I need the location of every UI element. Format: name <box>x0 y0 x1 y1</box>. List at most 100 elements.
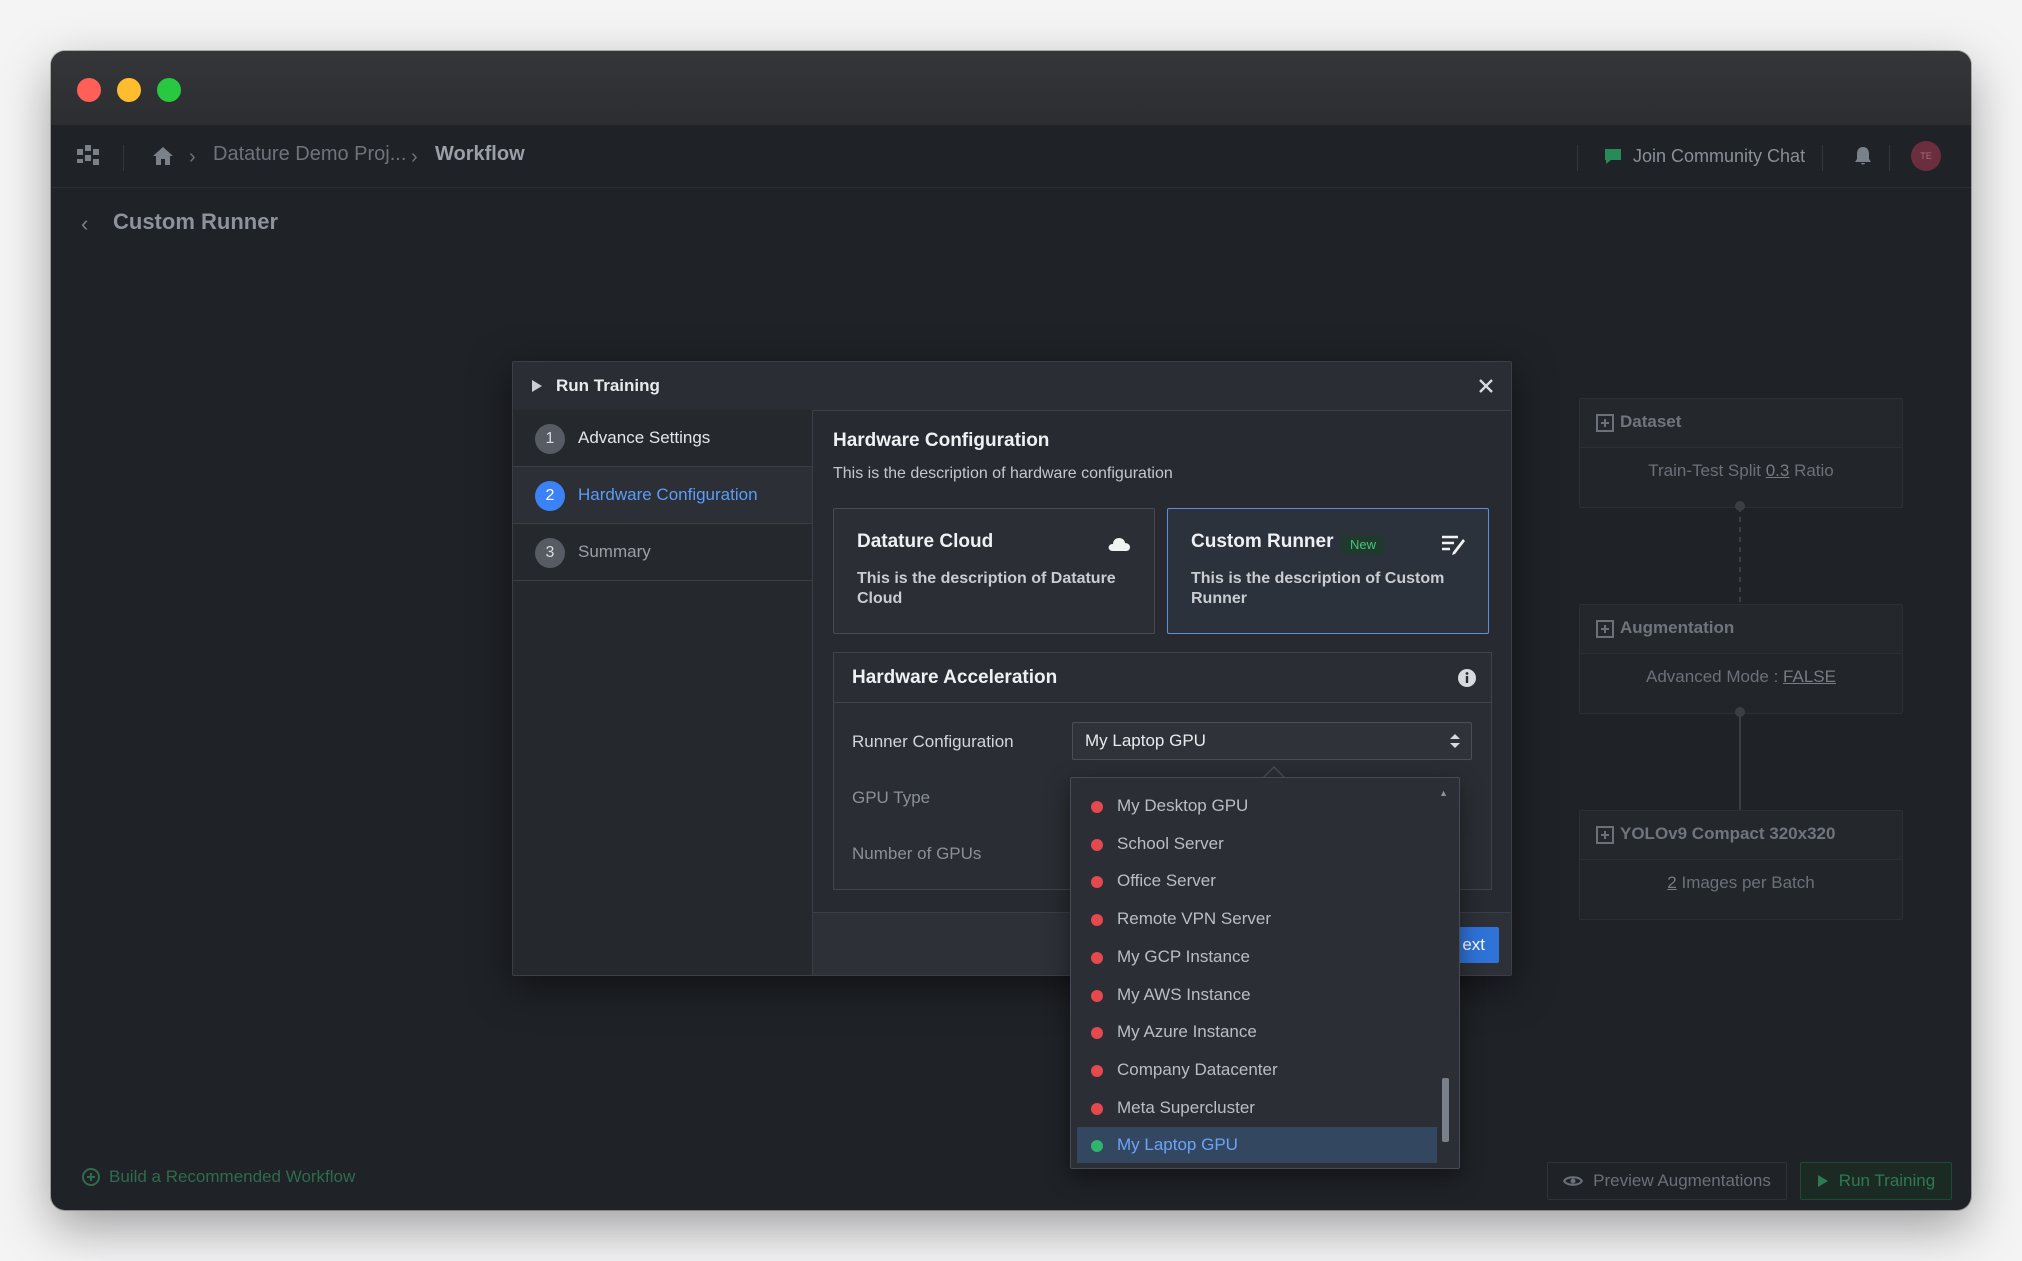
datature-cloud-card[interactable]: Datature Cloud This is the description o… <box>833 508 1155 634</box>
user-avatar[interactable]: TE <box>1911 141 1941 171</box>
acceleration-header: Hardware Acceleration <box>834 653 1491 703</box>
runner-configuration-label: Runner Configuration <box>852 732 1014 751</box>
option-label: School Server <box>1117 833 1224 853</box>
close-window-button[interactable] <box>77 78 101 102</box>
node-expand-icon <box>1596 414 1614 432</box>
node-body: 2 Images per Batch <box>1667 873 1815 892</box>
status-dot-icon <box>1091 801 1103 813</box>
card-description: This is the description of Custom Runner <box>1191 570 1445 607</box>
breadcrumb-current: Workflow <box>435 143 525 165</box>
node-value: FALSE <box>1783 667 1836 686</box>
app-header: › Datature Demo Proj... › Workflow Join … <box>51 125 1971 188</box>
avatar-initials: TE <box>1920 151 1932 161</box>
acceleration-title: Hardware Acceleration <box>852 667 1058 688</box>
status-dot-icon <box>1091 1027 1103 1040</box>
section-description: This is the description of hardware conf… <box>833 465 1173 482</box>
step-label: Advance Settings <box>578 428 711 447</box>
dropdown-option[interactable]: My Desktop GPU <box>1077 788 1437 824</box>
dropdown-option[interactable]: My AWS Instance <box>1077 977 1437 1013</box>
build-recommended-workflow-link[interactable]: Build a Recommended Workflow <box>81 1167 355 1187</box>
dropdown-scrollbar[interactable] <box>1442 1078 1449 1142</box>
scroll-up-arrow-icon[interactable]: ▲ <box>1439 788 1448 798</box>
status-dot-icon <box>1091 914 1103 927</box>
option-label: My GCP Instance <box>1117 946 1250 966</box>
workflow-node-model[interactable]: YOLOv9 Compact 320x320 2 Images per Batc… <box>1579 810 1903 920</box>
step-advance-settings[interactable]: 1 Advance Settings <box>513 410 812 467</box>
run-training-button[interactable]: Run Training <box>1800 1162 1952 1200</box>
step-label: Hardware Configuration <box>578 485 758 504</box>
chevron-right-icon: › <box>189 146 196 168</box>
header-divider <box>1822 145 1823 171</box>
number-of-gpus-label: Number of GPUs <box>852 844 982 863</box>
option-label: Company Datacenter <box>1117 1059 1278 1079</box>
workflow-node-augmentation[interactable]: Augmentation Advanced Mode : FALSE <box>1579 604 1903 714</box>
status-dot-icon <box>1091 951 1103 964</box>
minimize-window-button[interactable] <box>117 78 141 102</box>
build-recommended-label: Build a Recommended Workflow <box>109 1167 356 1186</box>
card-title: Custom Runner <box>1191 531 1334 552</box>
bell-icon[interactable] <box>1852 145 1874 167</box>
section-title: Hardware Configuration <box>833 430 1050 451</box>
wizard-steps: 1 Advance Settings 2 Hardware Configurat… <box>513 410 813 975</box>
node-header: Augmentation <box>1580 605 1902 654</box>
node-value: 2 <box>1667 873 1677 892</box>
runner-configuration-select[interactable]: My Laptop GPU <box>1072 722 1472 760</box>
node-expand-icon <box>1596 826 1614 844</box>
status-dot-icon <box>1091 1140 1103 1153</box>
chat-icon <box>1605 149 1621 164</box>
next-label: ext <box>1462 935 1485 954</box>
breadcrumb-project[interactable]: Datature Demo Proj... <box>213 143 406 166</box>
node-header: YOLOv9 Compact 320x320 <box>1580 811 1902 860</box>
close-icon[interactable] <box>1477 377 1495 395</box>
gpu-type-label: GPU Type <box>852 788 931 807</box>
node-title: Dataset <box>1620 412 1682 431</box>
step-number: 3 <box>535 538 565 568</box>
dropdown-option[interactable]: Meta Supercluster <box>1077 1090 1437 1126</box>
node-expand-icon <box>1596 620 1614 638</box>
status-dot-icon <box>1091 1102 1103 1115</box>
option-label: My Azure Instance <box>1117 1022 1257 1042</box>
custom-runner-card[interactable]: Custom Runner New This is the descriptio… <box>1167 508 1489 634</box>
card-title: Datature Cloud <box>857 531 994 552</box>
dropdown-option[interactable]: Company Datacenter <box>1077 1052 1437 1088</box>
preview-augmentations-button[interactable]: Preview Augmentations <box>1547 1162 1787 1200</box>
dropdown-option[interactable]: My Azure Instance <box>1077 1014 1437 1050</box>
header-divider <box>1577 145 1578 171</box>
preview-label: Preview Augmentations <box>1593 1171 1771 1190</box>
status-dot-icon <box>1091 989 1103 1002</box>
option-label: Meta Supercluster <box>1117 1097 1255 1117</box>
node-value: 0.3 <box>1765 461 1790 480</box>
maximize-window-button[interactable] <box>157 78 181 102</box>
option-label: My Laptop GPU <box>1117 1135 1238 1155</box>
step-summary[interactable]: 3 Summary <box>513 524 812 581</box>
dropdown-option[interactable]: School Server <box>1077 826 1437 862</box>
back-chevron-icon[interactable]: ‹ <box>81 211 88 237</box>
step-hardware-configuration[interactable]: 2 Hardware Configuration <box>513 467 812 524</box>
dropdown-option[interactable]: Remote VPN Server <box>1077 901 1437 937</box>
node-title: YOLOv9 Compact 320x320 <box>1620 824 1836 843</box>
dropdown-option[interactable]: My Laptop GPU <box>1077 1127 1437 1164</box>
status-dot-icon <box>1091 1064 1103 1077</box>
page-title: Custom Runner <box>113 209 278 234</box>
play-icon <box>1817 1175 1828 1187</box>
join-community-link[interactable]: Join Community Chat <box>1603 143 1805 169</box>
chevron-right-icon: › <box>411 146 418 168</box>
status-dot-icon <box>1091 838 1103 851</box>
play-icon <box>532 380 542 392</box>
eye-icon <box>1563 1176 1584 1186</box>
sort-arrows-icon <box>1450 734 1460 748</box>
node-body: Train-Test Split 0.3 Ratio <box>1648 461 1834 480</box>
option-label: My Desktop GPU <box>1117 796 1249 815</box>
new-badge: New <box>1342 535 1385 554</box>
home-icon[interactable] <box>151 144 175 168</box>
dropdown-option[interactable]: My GCP Instance <box>1077 939 1437 975</box>
workflow-node-dataset[interactable]: Dataset Train-Test Split 0.3 Ratio <box>1579 398 1903 508</box>
dropdown-option[interactable]: Office Server <box>1077 863 1437 899</box>
modal-title: Run Training <box>556 376 660 395</box>
card-description: This is the description of Datature Clou… <box>857 570 1116 607</box>
info-icon[interactable] <box>1457 668 1477 688</box>
header-divider <box>123 145 124 171</box>
window-titlebar <box>51 51 1971 126</box>
datature-logo-icon[interactable] <box>73 141 105 171</box>
step-label: Summary <box>578 542 651 561</box>
